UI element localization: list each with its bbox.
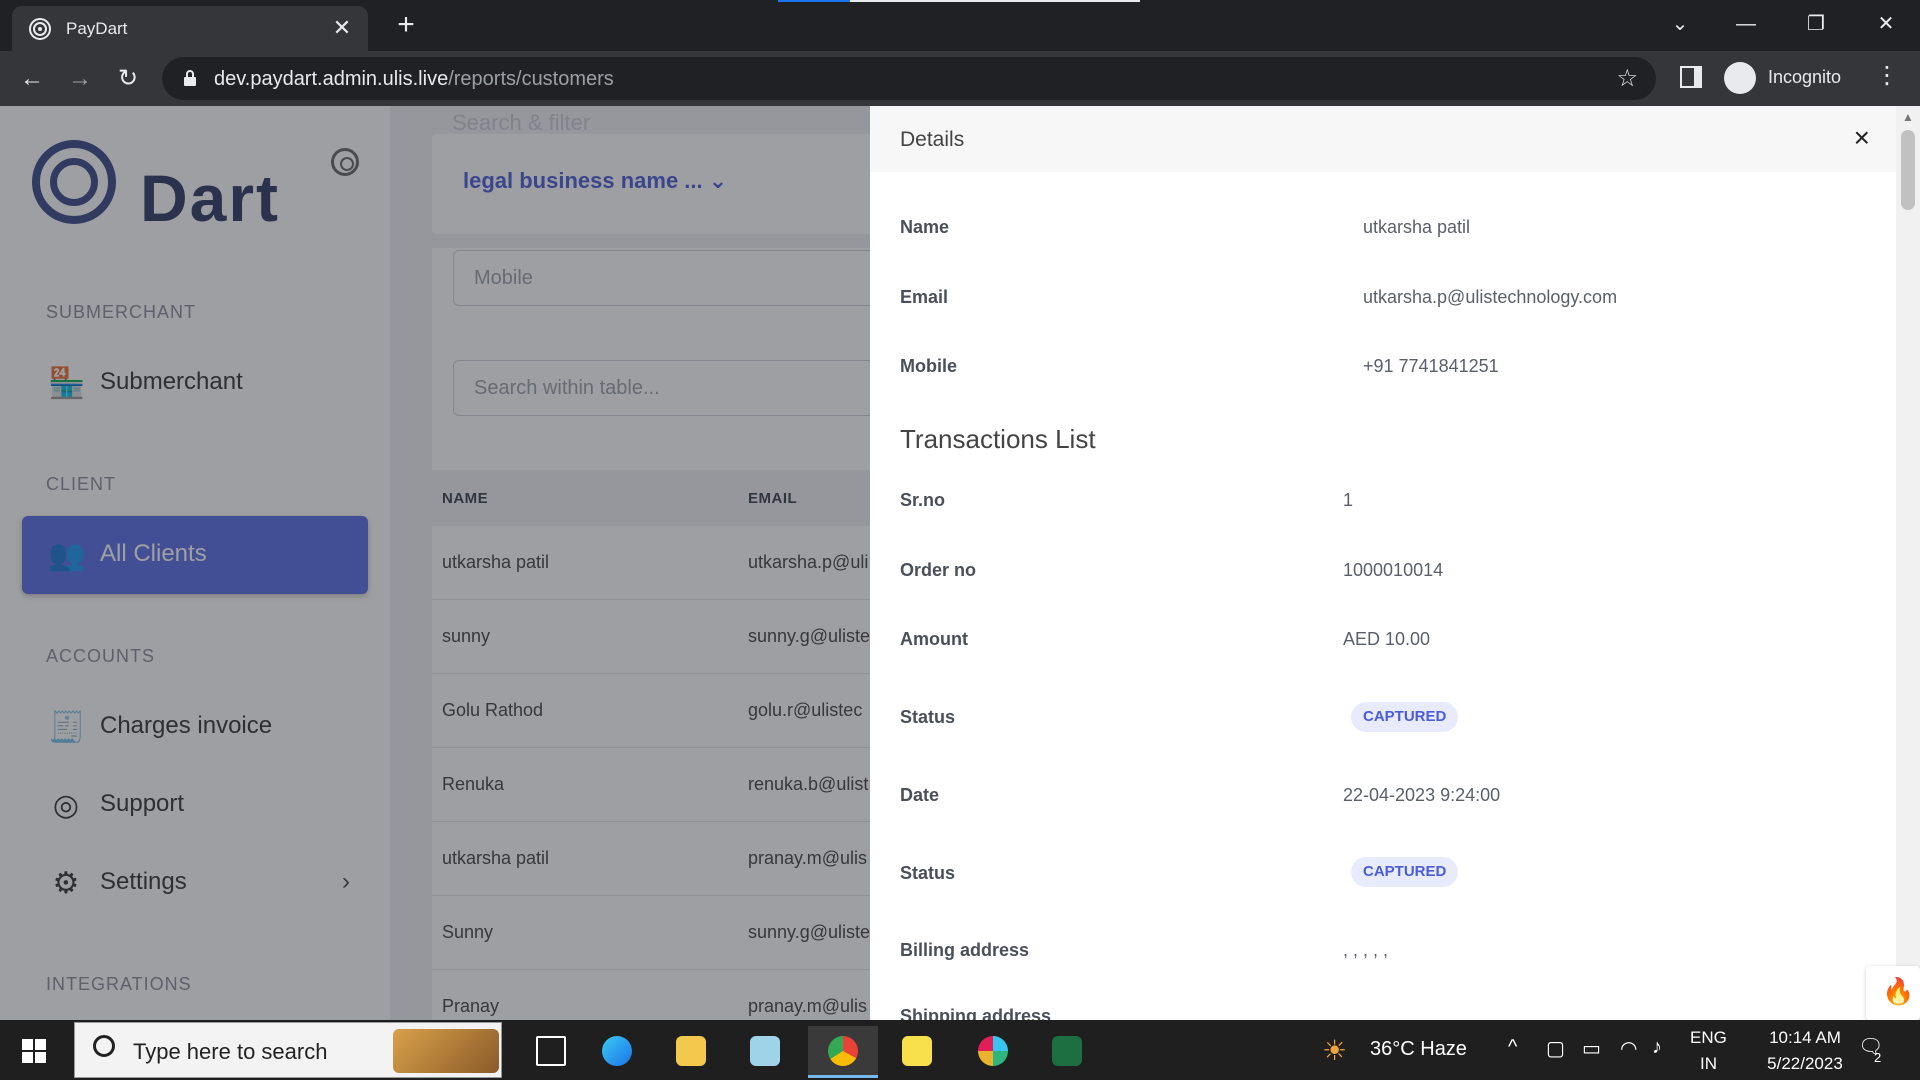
close-icon[interactable]: × bbox=[1854, 122, 1870, 154]
loading-indicator bbox=[778, 0, 850, 2]
volume-icon[interactable]: ♪ bbox=[1652, 1036, 1662, 1059]
loading-indicator-track bbox=[850, 0, 1140, 2]
chrome-browser-icon[interactable] bbox=[808, 1026, 878, 1078]
transactions-list-title: Transactions List bbox=[900, 424, 1096, 454]
status-badge: CAPTURED bbox=[1351, 702, 1459, 732]
lock-icon bbox=[184, 70, 196, 86]
mobile-label: Mobile bbox=[900, 356, 957, 376]
wifi-icon[interactable]: ◠ bbox=[1620, 1036, 1637, 1061]
paydart-favicon-icon bbox=[29, 18, 51, 40]
drawer-title: Details bbox=[900, 128, 965, 151]
clock-time[interactable]: 10:14 AM bbox=[1750, 1028, 1860, 1048]
date-value: 22-04-2023 9:24:00 bbox=[1343, 785, 1501, 805]
order-no-label: Order no bbox=[900, 560, 977, 580]
address-bar[interactable]: dev.paydart.admin.ulis.live/reports/cust… bbox=[162, 57, 1656, 100]
srno-label: Sr.no bbox=[900, 490, 946, 510]
srno-value: 1 bbox=[1343, 490, 1354, 510]
notepad-app-icon[interactable] bbox=[730, 1026, 800, 1078]
incognito-label: Incognito bbox=[1768, 67, 1842, 87]
excel-icon[interactable] bbox=[1032, 1026, 1102, 1078]
flame-icon: 🔥 bbox=[1882, 976, 1915, 1006]
new-tab-button[interactable]: + bbox=[390, 10, 422, 42]
sticky-notes-icon[interactable] bbox=[882, 1026, 952, 1078]
forward-icon[interactable]: → bbox=[62, 61, 98, 97]
tab-search-chevron-icon[interactable]: ⌄ bbox=[1660, 8, 1700, 40]
status-label: Status bbox=[900, 863, 956, 883]
windows-start-icon[interactable] bbox=[22, 1039, 46, 1063]
order-no-value: 1000010014 bbox=[1343, 560, 1444, 580]
taskbar-search-box[interactable]: Type here to search bbox=[74, 1022, 502, 1078]
reload-icon[interactable]: ↻ bbox=[110, 61, 146, 97]
amount-label: Amount bbox=[900, 629, 968, 649]
language-region[interactable]: IN bbox=[1700, 1054, 1717, 1074]
fire-extension-button[interactable]: 🔥 bbox=[1866, 966, 1920, 1020]
clock-date[interactable]: 5/22/2023 bbox=[1746, 1054, 1864, 1074]
restore-button[interactable]: ❐ bbox=[1796, 8, 1836, 40]
file-explorer-icon[interactable] bbox=[656, 1026, 726, 1078]
weather-haze-icon: ☀ bbox=[1322, 1035, 1348, 1066]
tab-close-icon[interactable]: ✕ bbox=[328, 14, 356, 42]
amount-value: AED 10.00 bbox=[1343, 629, 1431, 649]
drawer-header: Details × bbox=[870, 106, 1896, 172]
mobile-value: +91 7741841251 bbox=[1363, 356, 1499, 376]
tab-title: PayDart bbox=[66, 19, 128, 38]
details-drawer: Details × Name utkarsha patil Email utka… bbox=[870, 106, 1896, 1020]
search-icon bbox=[93, 1035, 115, 1057]
side-panel-icon[interactable] bbox=[1680, 66, 1702, 88]
battery-icon[interactable]: ▭ bbox=[1582, 1036, 1601, 1061]
email-label: Email bbox=[900, 287, 949, 307]
status-badge: CAPTURED bbox=[1351, 857, 1459, 887]
billing-address-value: , , , , , bbox=[1343, 940, 1389, 960]
date-label: Date bbox=[900, 785, 940, 805]
email-value: utkarsha.p@ulistechnology.com bbox=[1363, 287, 1618, 307]
scroll-up-arrow-icon[interactable]: ▲ bbox=[1902, 110, 1914, 124]
browser-tab[interactable]: PayDart ✕ bbox=[12, 6, 368, 51]
shipping-address-label: Shipping address bbox=[900, 1006, 1052, 1020]
language-code[interactable]: ENG bbox=[1690, 1028, 1727, 1048]
show-hidden-icons-chevron-icon[interactable]: ^ bbox=[1508, 1036, 1517, 1059]
back-icon[interactable]: ← bbox=[14, 61, 50, 97]
meet-now-icon[interactable]: ▢ bbox=[1546, 1036, 1565, 1061]
incognito-icon bbox=[1724, 62, 1756, 94]
name-value: utkarsha patil bbox=[1363, 217, 1471, 237]
close-window-button[interactable]: ✕ bbox=[1866, 8, 1906, 40]
name-label: Name bbox=[900, 217, 950, 237]
incognito-indicator[interactable]: Incognito bbox=[1722, 59, 1882, 97]
url-text: dev.paydart.admin.ulis.live/reports/cust… bbox=[214, 68, 614, 90]
browser-toolbar: ← → ↻ dev.paydart.admin.ulis.live/report… bbox=[0, 51, 1920, 106]
browser-menu-icon[interactable]: ⋮ bbox=[1872, 61, 1902, 90]
modal-backdrop[interactable] bbox=[0, 106, 870, 1020]
slack-icon[interactable] bbox=[958, 1026, 1028, 1078]
minimize-button[interactable]: — bbox=[1726, 8, 1766, 40]
search-highlight-image bbox=[393, 1029, 499, 1073]
notification-count: 2 bbox=[1874, 1050, 1882, 1065]
billing-address-label: Billing address bbox=[900, 940, 1030, 960]
weather-text[interactable]: 36°C Haze bbox=[1370, 1038, 1467, 1061]
task-view-icon[interactable] bbox=[516, 1026, 586, 1078]
scrollbar-thumb[interactable] bbox=[1901, 130, 1915, 210]
bookmark-star-icon[interactable]: ☆ bbox=[1616, 64, 1638, 93]
status-label: Status bbox=[900, 707, 956, 727]
browser-tab-strip: PayDart ✕ + ⌄ — ❐ ✕ bbox=[0, 0, 1920, 51]
windows-taskbar: Type here to search ☀ 36°C Haze ^ ▢ ▭ ◠ … bbox=[0, 1020, 1920, 1080]
page-scrollbar[interactable]: ▲ bbox=[1896, 106, 1920, 1020]
edge-browser-icon[interactable] bbox=[582, 1026, 652, 1078]
page-content: Dart SUBMERCHANT 🏪 Submerchant CLIENT 👥 … bbox=[0, 106, 1920, 1020]
